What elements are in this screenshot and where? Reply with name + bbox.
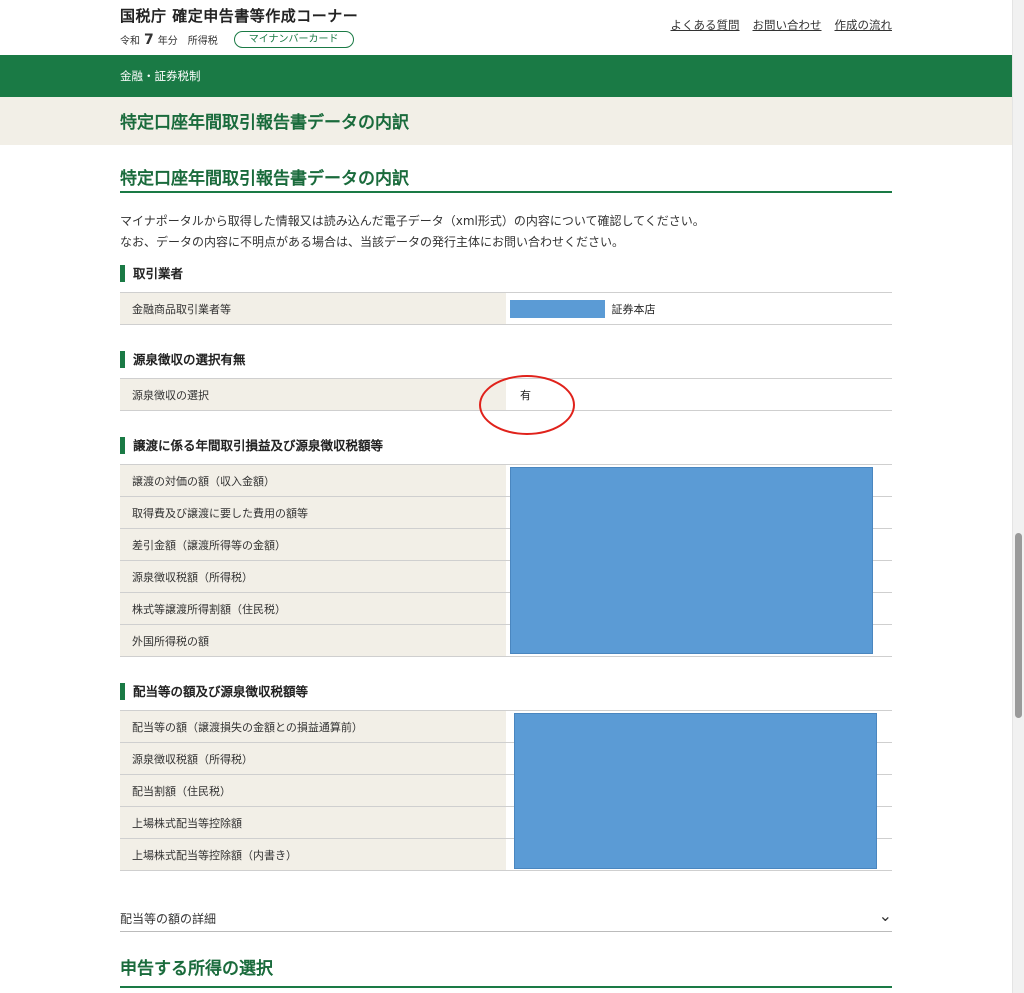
era-label: 令和 [120, 36, 140, 47]
withholding-table: 源泉徴収の選択 有 [120, 378, 892, 411]
header: 国税庁 確定申告書等作成コーナー 令和 7 年分 所得税 マイナンバーカード よ… [0, 0, 1012, 55]
intro-text: マイナポータルから取得した情報又は読み込んだ電子データ（xml形式）の内容につい… [120, 211, 892, 253]
year-number: 7 [144, 31, 154, 48]
category-bar: 金融・証券税制 [0, 55, 1012, 97]
dividend-label: 配当割額（住民税） [120, 774, 506, 807]
intro-line: なお、データの内容に不明点がある場合は、当該データの発行主体にお問い合わせくださ… [120, 235, 625, 249]
transfer-heading: 譲渡に係る年間取引損益及び源泉徴収税額等 [120, 437, 892, 454]
intro-line: マイナポータルから取得した情報又は読み込んだ電子データ（xml形式）の内容につい… [120, 214, 705, 228]
site-title[interactable]: 国税庁 確定申告書等作成コーナー [120, 5, 358, 26]
transfer-label: 譲渡の対価の額（収入金額） [120, 464, 506, 497]
broker-label: 金融商品取引業者等 [120, 292, 506, 325]
mynumber-card-badge: マイナンバーカード [233, 31, 354, 48]
broker-heading: 取引業者 [120, 265, 892, 282]
category-label: 金融・証券税制 [120, 69, 201, 83]
dividend-label: 上場株式配当等控除額 [120, 806, 506, 839]
dividend-table-wrap: 配当等の額（譲渡損失の金額との損益通算前） 源泉徴収税額（所得税） 配当割額（住… [120, 710, 892, 871]
withholding-value: 有 [506, 378, 892, 411]
chevron-down-icon[interactable]: ⌄ [879, 906, 892, 925]
dividend-heading: 配当等の額及び源泉徴収税額等 [120, 683, 892, 700]
faq-link[interactable]: よくある質問 [671, 17, 740, 33]
scrollbar[interactable] [1012, 0, 1024, 993]
withholding-heading: 源泉徴収の選択有無 [120, 351, 892, 368]
table-row: 金融商品取引業者等 証券本店 [120, 292, 892, 325]
broker-table: 金融商品取引業者等 証券本店 [120, 292, 892, 325]
transfer-label: 源泉徴収税額（所得税） [120, 560, 506, 593]
income-selection-title: 申告する所得の選択 [120, 955, 892, 988]
tax-type: 所得税 [187, 36, 218, 47]
transfer-label: 外国所得税の額 [120, 624, 506, 657]
transfer-label: 株式等譲渡所得割額（住民税） [120, 592, 506, 625]
transfer-label: 差引金額（譲渡所得等の金額） [120, 528, 506, 561]
broker-value: 証券本店 [506, 292, 892, 325]
page-title: 特定口座年間取引報告書データの内訳 [120, 113, 409, 133]
page: 国税庁 確定申告書等作成コーナー 令和 7 年分 所得税 マイナンバーカード よ… [0, 0, 1012, 993]
year-unit: 年分 [157, 36, 178, 47]
withholding-label: 源泉徴収の選択 [120, 378, 506, 411]
main-content: 特定口座年間取引報告書データの内訳 マイナポータルから取得した情報又は読み込んだ… [120, 145, 892, 871]
redacted-transfer-values [510, 467, 873, 654]
dividend-label: 配当等の額（譲渡損失の金額との損益通算前） [120, 710, 506, 743]
table-row: 源泉徴収の選択 有 [120, 378, 892, 411]
page-title-bar: 特定口座年間取引報告書データの内訳 [0, 97, 1012, 145]
dividend-details-label: 配当等の額の詳細 [120, 912, 217, 926]
dividend-label: 上場株式配当等控除額（内書き） [120, 838, 506, 871]
flow-link[interactable]: 作成の流れ [835, 17, 893, 33]
redacted-dividend-values [514, 713, 877, 869]
scrollbar-thumb[interactable] [1015, 533, 1022, 718]
dividend-label: 源泉徴収税額（所得税） [120, 742, 506, 775]
dividend-details-accordion[interactable]: 配当等の額の詳細 ⌄ [120, 903, 892, 932]
broker-suffix: 証券本店 [611, 302, 656, 316]
contact-link[interactable]: お問い合わせ [753, 17, 822, 33]
section-title: 特定口座年間取引報告書データの内訳 [120, 145, 892, 193]
redacted-broker-name [510, 299, 605, 318]
transfer-label: 取得費及び譲渡に要した費用の額等 [120, 496, 506, 529]
tax-year-line: 令和 7 年分 所得税 マイナンバーカード [120, 31, 354, 48]
header-links: よくある質問 お問い合わせ 作成の流れ [671, 17, 893, 33]
transfer-table-wrap: 譲渡の対価の額（収入金額） 取得費及び譲渡に要した費用の額等 差引金額（譲渡所得… [120, 464, 892, 657]
